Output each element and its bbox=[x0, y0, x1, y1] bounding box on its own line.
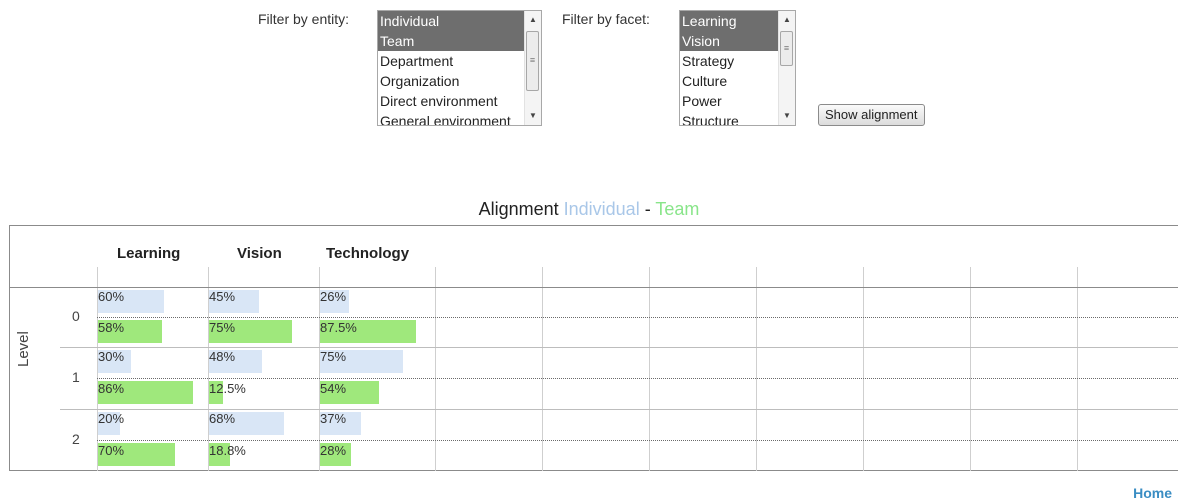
chart-title: Alignment Individual - Team bbox=[0, 199, 1178, 220]
scroll-up-icon[interactable]: ▲ bbox=[525, 12, 541, 28]
team-value: 12.5% bbox=[209, 381, 246, 396]
individual-value: 30% bbox=[98, 349, 125, 364]
title-separator: - bbox=[644, 199, 651, 219]
individual-value: 60% bbox=[98, 289, 125, 304]
facet-scrollbar[interactable]: ▲ ≡ ▼ bbox=[778, 11, 795, 125]
facet-listbox[interactable]: Learning Vision Strategy Culture Power Struct… bbox=[679, 10, 796, 126]
team-value: 87.5% bbox=[320, 320, 357, 335]
header-divider bbox=[9, 287, 1178, 288]
scroll-thumb[interactable]: ≡ bbox=[780, 31, 793, 66]
title-prefix: Alignment bbox=[478, 199, 559, 219]
column-header: Technology bbox=[326, 245, 410, 262]
team-value: 75% bbox=[209, 320, 236, 335]
title-series2: Team bbox=[655, 199, 700, 219]
team-value: 70% bbox=[98, 443, 125, 458]
individual-value: 68% bbox=[209, 411, 236, 426]
entity-option[interactable]: Team bbox=[378, 31, 541, 51]
entity-option[interactable]: Direct environment bbox=[378, 91, 541, 111]
individual-value: 26% bbox=[320, 289, 347, 304]
entity-option[interactable]: General environment bbox=[378, 111, 541, 125]
entity-options: Individual Team Department Organization Dire… bbox=[378, 11, 541, 125]
individual-value: 20% bbox=[98, 411, 125, 426]
individual-value: 48% bbox=[209, 349, 236, 364]
team-value: 18.8% bbox=[209, 443, 246, 458]
entity-option[interactable]: Department bbox=[378, 51, 541, 71]
row-midline bbox=[97, 440, 1178, 441]
scroll-thumb[interactable]: ≡ bbox=[526, 31, 539, 91]
individual-value: 75% bbox=[320, 349, 347, 364]
entity-scrollbar[interactable]: ▲ ≡ ▼ bbox=[524, 11, 541, 125]
scroll-up-icon[interactable]: ▲ bbox=[779, 12, 795, 28]
level-number: 0 bbox=[72, 308, 80, 324]
level-number: 2 bbox=[72, 431, 80, 447]
entity-listbox[interactable]: Individual Team Department Organization Dire… bbox=[377, 10, 542, 126]
team-value: 54% bbox=[320, 381, 347, 396]
scroll-down-icon[interactable]: ▼ bbox=[779, 108, 795, 124]
show-alignment-button[interactable]: Show alignment bbox=[818, 104, 925, 126]
level-number: 1 bbox=[72, 369, 80, 385]
entity-option[interactable]: Individual bbox=[378, 11, 541, 31]
individual-value: 45% bbox=[209, 289, 236, 304]
column-header: Learning bbox=[117, 245, 181, 262]
individual-value: 37% bbox=[320, 411, 347, 426]
facet-filter-label: Filter by facet: bbox=[562, 11, 650, 27]
title-series1: Individual bbox=[563, 199, 640, 219]
row-midline bbox=[97, 378, 1178, 379]
team-value: 28% bbox=[320, 443, 347, 458]
row-divider bbox=[60, 409, 1178, 410]
scroll-down-icon[interactable]: ▼ bbox=[525, 108, 541, 124]
row-midline bbox=[97, 317, 1178, 318]
alignment-grid bbox=[9, 225, 1178, 471]
column-header: Vision bbox=[237, 245, 282, 262]
row-divider bbox=[60, 347, 1178, 348]
entity-filter-label: Filter by entity: bbox=[258, 11, 350, 27]
home-link[interactable]: Home bbox=[1133, 485, 1172, 501]
entity-option[interactable]: Organization bbox=[378, 71, 541, 91]
level-axis-label: Level bbox=[15, 331, 32, 367]
team-value: 86% bbox=[98, 381, 125, 396]
team-value: 58% bbox=[98, 320, 125, 335]
